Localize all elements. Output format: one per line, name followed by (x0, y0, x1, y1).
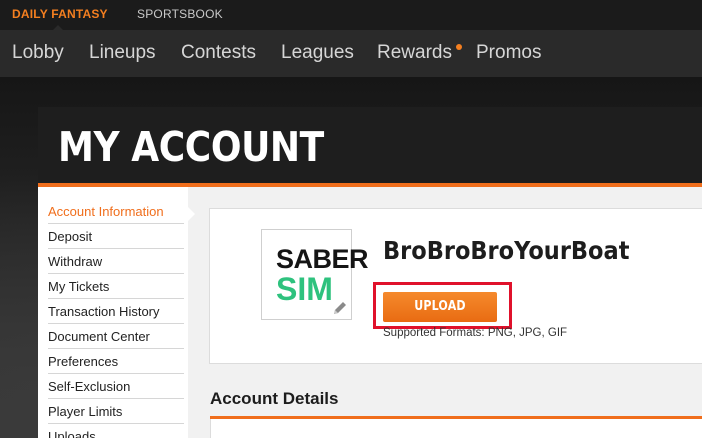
account-sidebar: Account Information Deposit Withdraw My … (38, 187, 188, 438)
nav-contests[interactable]: Contests (181, 42, 256, 64)
sidebar-item-self-exclusion[interactable]: Self-Exclusion (48, 374, 184, 399)
sidebar-item-my-tickets[interactable]: My Tickets (48, 274, 184, 299)
daily-fantasy-link[interactable]: DAILY FANTASY (12, 7, 108, 21)
sidebar-item-document-center[interactable]: Document Center (48, 324, 184, 349)
account-details-title: Account Details (210, 389, 339, 408)
sidebar-item-deposit[interactable]: Deposit (48, 224, 184, 249)
page-title: MY ACCOUNT (58, 123, 324, 171)
rewards-notification-dot-icon (456, 44, 462, 50)
active-pointer-icon (186, 205, 195, 223)
sidebar-item-preferences[interactable]: Preferences (48, 349, 184, 374)
sidebar-item-withdraw[interactable]: Withdraw (48, 249, 184, 274)
pencil-icon[interactable] (332, 300, 348, 316)
nav-lineups[interactable]: Lineups (89, 42, 156, 64)
nav-rewards[interactable]: Rewards (377, 42, 452, 64)
main-nav: Lobby Lineups Contests Leagues Rewards P… (0, 30, 702, 77)
avatar-logo-bottom: SIM (276, 271, 333, 307)
nav-promos[interactable]: Promos (476, 42, 541, 64)
sportsbook-link[interactable]: SPORTSBOOK (137, 7, 223, 21)
sidebar-item-transaction-history[interactable]: Transaction History (48, 299, 184, 324)
sidebar-item-uploads[interactable]: Uploads (48, 424, 184, 438)
upload-photo-label: UPLOAD PHOTO (414, 299, 466, 344)
upload-photo-button[interactable]: UPLOAD PHOTO (383, 292, 497, 344)
nav-lobby[interactable]: Lobby (12, 42, 64, 64)
nav-leagues[interactable]: Leagues (281, 42, 354, 64)
username: BroBroBroYourBoat (383, 236, 630, 265)
supported-formats: Supported Formats: PNG, JPG, GIF (383, 327, 568, 339)
sidebar-item-player-limits[interactable]: Player Limits (48, 399, 184, 424)
sidebar-item-account-information[interactable]: Account Information (48, 199, 184, 224)
product-switch-bar: DAILY FANTASY SPORTSBOOK (0, 0, 702, 30)
account-details-panel (210, 419, 702, 438)
